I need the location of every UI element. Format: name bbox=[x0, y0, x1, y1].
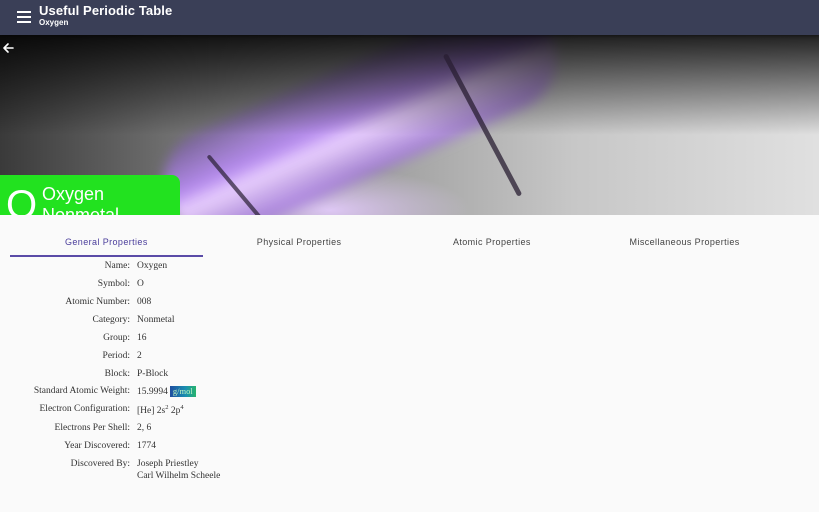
property-label: Atomic Number: bbox=[65, 297, 130, 307]
unit-badge: g/mol bbox=[169, 386, 196, 397]
property-value: O bbox=[137, 279, 144, 289]
tab-physical-properties[interactable]: Physical Properties bbox=[203, 232, 396, 258]
tab-general-properties[interactable]: General Properties bbox=[10, 232, 203, 258]
property-value: P-Block bbox=[137, 369, 169, 379]
property-label: Group: bbox=[103, 333, 130, 343]
property-label: Electron Configuration: bbox=[39, 404, 131, 414]
tab-miscellaneous-properties[interactable]: Miscellaneous Properties bbox=[588, 232, 781, 258]
property-tabs: General Properties Physical Properties A… bbox=[10, 232, 781, 258]
property-value: Oxygen bbox=[137, 261, 168, 271]
property-value: 15.9994 g/mol bbox=[137, 386, 196, 397]
app-subtitle: Oxygen bbox=[39, 18, 69, 27]
property-value: Nonmetal bbox=[137, 315, 175, 325]
menu-icon[interactable] bbox=[17, 11, 31, 23]
property-label: Electrons Per Shell: bbox=[54, 423, 130, 433]
element-category: Nonmetal bbox=[42, 205, 120, 215]
wire bbox=[442, 53, 523, 197]
element-symbol: O bbox=[6, 183, 38, 215]
property-label: Symbol: bbox=[97, 279, 130, 289]
property-label: Standard Atomic Weight: bbox=[33, 386, 130, 396]
property-value: 2 bbox=[137, 351, 142, 361]
config-part: 2p bbox=[168, 406, 181, 417]
app-title: Useful Periodic Table bbox=[39, 3, 173, 18]
property-label: Block: bbox=[104, 369, 130, 379]
config-part: [He] 2s bbox=[137, 406, 166, 417]
property-value: Carl Wilhelm Scheele bbox=[137, 471, 221, 481]
config-superscript: 4 bbox=[180, 404, 184, 411]
app-bar: Useful Periodic Table Oxygen bbox=[0, 0, 819, 35]
element-name: Oxygen bbox=[42, 184, 105, 204]
property-label: Category: bbox=[92, 315, 130, 325]
tab-atomic-properties[interactable]: Atomic Properties bbox=[396, 232, 589, 258]
property-label: Discovered By: bbox=[70, 459, 130, 469]
property-label: Period: bbox=[102, 351, 130, 361]
property-value: 1774 bbox=[137, 441, 156, 451]
atomic-weight-value: 15.9994 bbox=[137, 387, 168, 397]
property-value: 2, 6 bbox=[137, 423, 152, 433]
property-value: 008 bbox=[137, 297, 152, 307]
property-label: Name: bbox=[104, 261, 130, 271]
arrow-left-icon[interactable] bbox=[2, 41, 14, 59]
property-label: Year Discovered: bbox=[64, 441, 130, 451]
property-value: Joseph Priestley bbox=[137, 459, 199, 469]
property-value: 16 bbox=[137, 333, 147, 343]
property-value: [He] 2s2 2p4 bbox=[137, 404, 184, 416]
element-hero-image: O Oxygen Nonmetal bbox=[0, 35, 819, 215]
element-badge: O Oxygen Nonmetal bbox=[0, 175, 180, 215]
glowing-tube bbox=[145, 35, 575, 215]
